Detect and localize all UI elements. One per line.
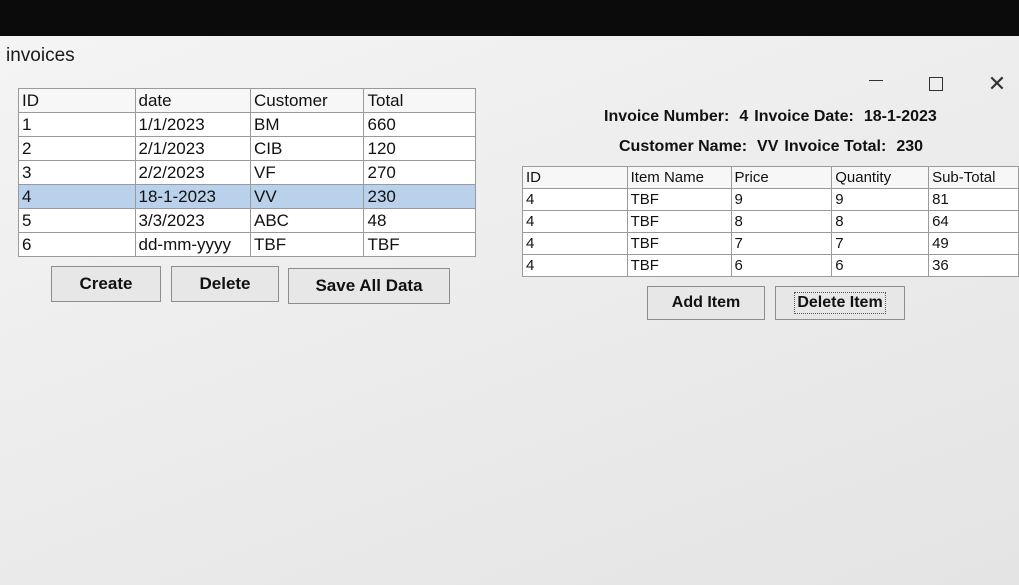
items-table-header: ID Item Name Price Quantity Sub-Total (522, 166, 1019, 189)
column-header-id[interactable]: ID (522, 166, 628, 189)
cell-date[interactable]: 2/2/2023 (134, 160, 251, 185)
cell-date[interactable]: dd-mm-yyyy (134, 232, 251, 257)
cell-total[interactable]: TBF (363, 232, 476, 257)
cell-sub-total[interactable]: 81 (928, 188, 1019, 211)
cell-total[interactable]: 270 (363, 160, 476, 185)
cell-item-name[interactable]: TBF (626, 254, 732, 277)
cell-id[interactable]: 4 (522, 210, 628, 233)
invoice-number-value: 4 (739, 108, 749, 125)
cell-customer[interactable]: VV (249, 184, 365, 209)
table-row[interactable]: 2 2/1/2023 CIB 120 (18, 136, 476, 161)
column-header-total[interactable]: Total (363, 88, 476, 113)
column-header-quantity[interactable]: Quantity (831, 166, 930, 189)
add-item-button[interactable]: Add Item (647, 286, 765, 320)
cell-sub-total[interactable]: 36 (928, 254, 1019, 277)
invoice-number-label: Invoice Number: (604, 108, 730, 125)
table-row[interactable]: 3 2/2/2023 VF 270 (18, 160, 476, 185)
invoices-table-header: ID date Customer Total (18, 88, 476, 113)
cell-date[interactable]: 18-1-2023 (134, 184, 251, 209)
cell-date[interactable]: 3/3/2023 (134, 208, 251, 233)
cell-id[interactable]: 4 (522, 188, 628, 211)
customer-name-label: Customer Name: (619, 138, 748, 155)
cell-item-name[interactable]: TBF (626, 232, 732, 255)
column-header-item-name[interactable]: Item Name (626, 166, 732, 189)
save-all-data-button[interactable]: Save All Data (288, 268, 450, 304)
invoice-total-value: 230 (896, 138, 924, 155)
cell-date[interactable]: 2/1/2023 (134, 136, 251, 161)
table-row[interactable]: 5 3/3/2023 ABC 48 (18, 208, 476, 233)
maximize-icon (929, 77, 943, 91)
cell-price[interactable]: 7 (730, 232, 833, 255)
cell-total[interactable]: 660 (363, 112, 476, 137)
column-header-date[interactable]: date (134, 88, 251, 113)
column-header-customer[interactable]: Customer (249, 88, 365, 113)
minimize-icon (869, 79, 883, 81)
column-header-id[interactable]: ID (18, 88, 136, 113)
cell-sub-total[interactable]: 49 (928, 232, 1019, 255)
cell-item-name[interactable]: TBF (626, 210, 732, 233)
invoices-window: invoices ✕ ID date Customer Total 1 1/1/… (0, 36, 1019, 585)
customer-name-value: VV (757, 138, 779, 155)
column-header-sub-total[interactable]: Sub-Total (928, 166, 1019, 189)
cell-customer[interactable]: CIB (249, 136, 365, 161)
maximize-button[interactable] (916, 70, 956, 98)
cell-price[interactable]: 6 (730, 254, 833, 277)
window-title: invoices (6, 45, 75, 66)
cell-customer[interactable]: VF (249, 160, 365, 185)
table-row[interactable]: 4 TBF 6 6 36 (522, 254, 1019, 277)
invoice-header-line-1: Invoice Number: 4 Invoice Date: 18-1-2023 (604, 108, 943, 126)
invoice-date-label: Invoice Date: (754, 108, 854, 125)
close-icon: ✕ (987, 71, 1007, 96)
invoices-table[interactable]: ID date Customer Total 1 1/1/2023 BM 660… (18, 88, 476, 257)
cell-price[interactable]: 8 (730, 210, 833, 233)
screen-top-bezel (0, 0, 1019, 36)
delete-button[interactable]: Delete (171, 266, 279, 302)
table-row[interactable]: 4 TBF 8 8 64 (522, 210, 1019, 233)
cell-customer[interactable]: TBF (249, 232, 365, 257)
cell-id[interactable]: 4 (18, 184, 136, 209)
delete-item-label: Delete Item (794, 292, 886, 314)
cell-total[interactable]: 48 (363, 208, 476, 233)
delete-item-button[interactable]: Delete Item (775, 286, 905, 320)
cell-id[interactable]: 1 (18, 112, 136, 137)
invoice-total-label: Invoice Total: (784, 138, 887, 155)
invoice-items-table[interactable]: ID Item Name Price Quantity Sub-Total 4 … (522, 166, 1019, 277)
cell-customer[interactable]: BM (249, 112, 365, 137)
invoice-header-line-2: Customer Name: VV Invoice Total: 230 (619, 138, 929, 156)
cell-id[interactable]: 4 (522, 232, 628, 255)
cell-date[interactable]: 1/1/2023 (134, 112, 251, 137)
cell-id[interactable]: 2 (18, 136, 136, 161)
cell-total[interactable]: 230 (363, 184, 476, 209)
invoice-date-value: 18-1-2023 (863, 108, 937, 125)
create-button[interactable]: Create (51, 266, 161, 302)
table-row[interactable]: 4 TBF 7 7 49 (522, 232, 1019, 255)
cell-quantity[interactable]: 6 (831, 254, 930, 277)
cell-quantity[interactable]: 8 (831, 210, 930, 233)
column-header-price[interactable]: Price (730, 166, 833, 189)
cell-quantity[interactable]: 9 (831, 188, 930, 211)
cell-price[interactable]: 9 (730, 188, 833, 211)
table-row[interactable]: 1 1/1/2023 BM 660 (18, 112, 476, 137)
cell-item-name[interactable]: TBF (626, 188, 732, 211)
cell-id[interactable]: 6 (18, 232, 136, 257)
table-row-selected[interactable]: 4 18-1-2023 VV 230 (18, 184, 476, 209)
cell-total[interactable]: 120 (363, 136, 476, 161)
table-row[interactable]: 4 TBF 9 9 81 (522, 188, 1019, 211)
cell-sub-total[interactable]: 64 (928, 210, 1019, 233)
minimize-button[interactable] (856, 70, 896, 98)
table-row[interactable]: 6 dd-mm-yyyy TBF TBF (18, 232, 476, 257)
close-button[interactable]: ✕ (977, 70, 1017, 98)
cell-id[interactable]: 3 (18, 160, 136, 185)
cell-quantity[interactable]: 7 (831, 232, 930, 255)
cell-customer[interactable]: ABC (249, 208, 365, 233)
cell-id[interactable]: 5 (18, 208, 136, 233)
cell-id[interactable]: 4 (522, 254, 628, 277)
